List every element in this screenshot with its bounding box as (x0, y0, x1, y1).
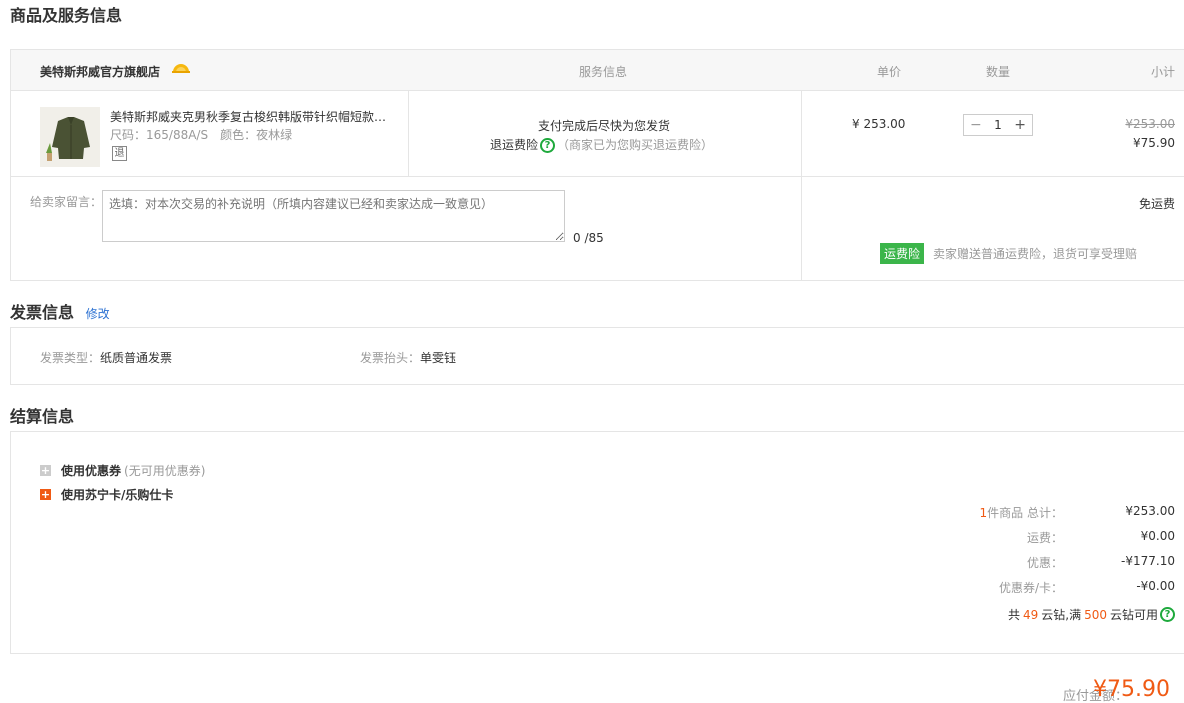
shipping-value: ¥0.00 (1140, 529, 1175, 543)
store-name[interactable]: 美特斯邦威官方旗舰店 (40, 63, 160, 80)
expand-plus-icon[interactable]: + (40, 489, 51, 500)
invoice-type: 发票类型：纸质普通发票 (40, 349, 172, 366)
coupon-note: (无可用优惠券) (124, 464, 206, 478)
product-spec: 尺码：165/88A/S 颜色：夜林绿 (110, 128, 293, 142)
total-label: 1件商品 总计： (980, 504, 1063, 521)
quantity-stepper: − 1 + (963, 114, 1033, 136)
discount-label: 优惠： (1026, 556, 1063, 570)
insurance-description: 卖家赠送普通运费险，退货可享受理赔 (933, 247, 1138, 261)
invoice-heading: 发票抬头：单雯钰 (360, 349, 456, 366)
coins-mid: 云钻,满 (1041, 608, 1082, 622)
goods-header: 美特斯邦威官方旗舰店 服务信息 单价 数量 小计 (11, 50, 1184, 91)
service-shipping-text: 支付完成后尽快为您发货 (538, 119, 671, 133)
total-label-text: 件商品 总计： (987, 506, 1063, 520)
header-service: 服务信息 (579, 65, 628, 79)
product-row: 美特斯邦威夹克男秋季复古梭织韩版带针织帽短款… 尺码：165/88A/S 颜色：… (11, 91, 1184, 177)
invoice-edit-link[interactable]: 修改 (86, 307, 110, 321)
goods-section-title: 商品及服务信息 (10, 6, 123, 25)
message-label: 给卖家留言： (30, 195, 103, 209)
invoice-panel: 发票类型：纸质普通发票 发票抬头：单雯钰 (10, 327, 1184, 385)
invoice-heading-label: 发票抬头： (360, 351, 421, 365)
coupon-card-label: 优惠券/卡： (998, 581, 1063, 595)
invoice-type-label: 发票类型： (40, 351, 101, 365)
coins-count: 49 (1022, 607, 1039, 622)
unit-price: ¥ 253.00 (852, 117, 906, 131)
divider (801, 91, 802, 176)
original-subtotal: ¥253.00 (1125, 117, 1175, 131)
invoice-section-title: 发票信息 修改 (10, 299, 110, 323)
discount-value: -¥177.10 (1121, 554, 1175, 568)
coupon-label: 使用优惠券 (61, 464, 122, 478)
divider (408, 91, 409, 176)
help-icon[interactable]: ? (540, 138, 556, 153)
message-char-count: 0 /85 (573, 231, 604, 245)
qty-plus-button[interactable]: + (1014, 118, 1026, 132)
shipping-label: 运费： (1026, 531, 1063, 545)
product-thumbnail[interactable] (40, 107, 100, 167)
use-coupon-option[interactable]: + 使用优惠券 (无可用优惠券) (40, 462, 205, 479)
service-insurance: 退运费险? （商家已为您购买退运费险） (490, 136, 713, 153)
header-subtotal: 小计 (1150, 65, 1175, 79)
goods-panel: 美特斯邦威官方旗舰店 服务信息 单价 数量 小计 美特斯邦威夹克男秋季复古梭织韩… (10, 49, 1184, 281)
use-card-option[interactable]: + 使用苏宁卡/乐购仕卡 (40, 486, 173, 503)
product-name[interactable]: 美特斯邦威夹克男秋季复古梭织韩版带针织帽短款… (110, 108, 390, 125)
header-qty: 数量 (986, 65, 1011, 79)
subtotal: ¥75.90 (1133, 136, 1175, 150)
insurance-hint: （商家已为您购买退运费险） (557, 138, 714, 152)
expand-plus-icon[interactable]: + (40, 465, 51, 476)
cloud-diamond-info: 共 49 云钻,满 500 云钻可用 ? (1008, 606, 1175, 623)
store-badge-icon (172, 64, 190, 73)
insurance-badge: 运费险 (880, 243, 925, 264)
header-price: 单价 (877, 65, 902, 79)
invoice-heading-value: 单雯钰 (420, 351, 457, 365)
return-icon: 退 (112, 146, 127, 161)
settle-section-title: 结算信息 (10, 407, 75, 426)
coins-limit: 500 (1084, 607, 1107, 622)
qty-minus-button[interactable]: − (970, 118, 982, 132)
coins-suffix: 云钻可用 (1109, 608, 1158, 622)
settlement-panel: + 使用优惠券 (无可用优惠券) + 使用苏宁卡/乐购仕卡 1件商品 总计： ¥… (10, 431, 1184, 654)
payable-amount: ¥75.90 (1093, 677, 1170, 702)
card-label: 使用苏宁卡/乐购仕卡 (61, 488, 174, 502)
invoice-title-text: 发票信息 (10, 303, 75, 322)
invoice-type-value: 纸质普通发票 (100, 351, 173, 365)
divider (801, 177, 802, 281)
coupon-card-value: -¥0.00 (1136, 579, 1175, 593)
jacket-image-icon (40, 107, 100, 167)
insurance-label: 退运费险 (490, 138, 539, 152)
total-value: ¥253.00 (1125, 504, 1175, 518)
shipping-fee: 免运费 (1138, 197, 1175, 211)
message-input[interactable] (102, 190, 565, 242)
help-icon[interactable]: ? (1160, 607, 1175, 622)
coins-prefix: 共 (1007, 608, 1020, 622)
qty-value[interactable]: 1 (994, 118, 1002, 132)
